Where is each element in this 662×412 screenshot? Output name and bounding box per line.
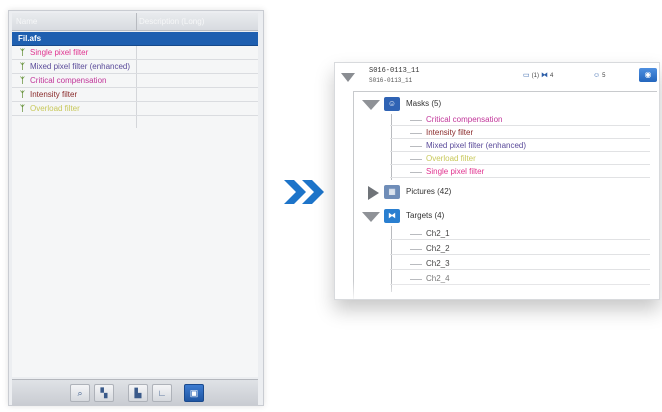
tree-leaf-target[interactable]: Ch2_3 <box>390 258 650 270</box>
filter-icon: ᛉ <box>20 48 25 57</box>
tree-leaf-target[interactable]: Ch2_2 <box>390 243 650 255</box>
chart-icon: ▙ <box>134 388 142 398</box>
list-item[interactable]: ᛉ Critical compensation <box>12 74 258 88</box>
masks-count-value: 5 <box>602 73 606 79</box>
tree-leaf-mask[interactable]: Overload filter <box>390 153 650 165</box>
column-header-name[interactable]: Name <box>16 17 136 29</box>
session-header: S016-0113_11 S016-0113_11 ▭ (1) ⧓ 4 ☺ 5 ◉ <box>335 63 659 91</box>
leaf-label: Critical compensation <box>426 115 503 124</box>
session-title: S016-0113_11 <box>369 67 420 75</box>
search-icon: ⌕ <box>77 388 83 398</box>
right-tree-panel: S016-0113_11 S016-0113_11 ▭ (1) ⧓ 4 ☺ 5 ◉ ☺… <box>334 62 660 300</box>
tree-leaf-mask[interactable]: Mixed pixel filter (enhanced) <box>390 140 650 152</box>
column-separator[interactable] <box>136 13 137 31</box>
targets-count-value: 4 <box>550 73 554 79</box>
session-subtitle: S016-0113_11 <box>369 77 413 84</box>
search-button[interactable]: ⌕ <box>70 384 90 402</box>
list-item[interactable]: ᛉ Intensity filter <box>12 88 258 102</box>
list-item[interactable]: ᛉ Single pixel filter <box>12 46 258 60</box>
list-item[interactable]: ᛉ Overload filter <box>12 102 258 116</box>
layers-icon: ▚ <box>100 388 108 398</box>
save-button[interactable]: ▣ <box>184 384 204 402</box>
tree-view: ☺ Masks (5) Critical compensation Intens… <box>353 91 657 299</box>
column-header-description[interactable]: Description (Long) <box>139 17 249 29</box>
tree-connector <box>410 133 422 134</box>
tree-connector <box>410 146 422 147</box>
list-item-label: Critical compensation <box>30 76 107 85</box>
filter-icon: ᛉ <box>20 62 25 71</box>
filter-icon: ᛉ <box>20 90 25 99</box>
tree-leaf-mask[interactable]: Intensity filter <box>390 127 650 139</box>
leaf-label: Single pixel filter <box>426 167 485 176</box>
filter-icon: ᛉ <box>20 76 25 85</box>
pictures-count-icon: ▭ <box>523 72 530 79</box>
tree-connector <box>410 264 422 265</box>
tree-leaf-target[interactable]: Ch2_1 <box>390 228 650 240</box>
list-item-label: Mixed pixel filter (enhanced) <box>30 62 131 71</box>
leaf-label: Ch2_3 <box>426 259 450 268</box>
tree-connector <box>410 172 422 173</box>
tree-connector <box>410 120 422 121</box>
collapse-triangle-icon[interactable] <box>341 73 355 82</box>
pictures-count-value: (1) <box>531 73 539 79</box>
leaf-label: Mixed pixel filter (enhanced) <box>426 141 527 150</box>
targets-count-icon: ⧓ <box>541 72 548 79</box>
pictures-icon: ▦ <box>384 185 400 199</box>
tree-connector <box>410 159 422 160</box>
masks-count-icon: ☺ <box>593 72 601 79</box>
node-label: Targets (4) <box>406 211 445 220</box>
tree-node-targets[interactable]: ⧓ Targets (4) <box>354 206 654 226</box>
mask-icon: ☺ <box>384 97 400 111</box>
expand-triangle-icon[interactable] <box>368 186 379 200</box>
leaf-label: Ch2_2 <box>426 244 450 253</box>
node-label: Masks (5) <box>406 99 442 108</box>
tree-connector <box>410 279 422 280</box>
expand-triangle-icon[interactable] <box>362 100 380 110</box>
list-item-root[interactable]: Fil.afs <box>12 32 258 46</box>
left-tree-panel: Name Description (Long) Fil.afs ᛉ Single… <box>8 10 264 406</box>
masks-count[interactable]: ☺ 5 <box>593 70 606 82</box>
tree-leaf-mask[interactable]: Single pixel filter <box>390 166 650 178</box>
filter-icon: ᛉ <box>20 104 25 113</box>
tree-connector <box>410 234 422 235</box>
axis-icon: ∟ <box>157 388 167 398</box>
column-header: Name Description (Long) <box>12 13 258 31</box>
bottom-toolbar: ⌕ ▚ ▙ ∟ ▣ <box>12 379 258 405</box>
save-icon: ▣ <box>189 388 199 398</box>
tree-leaf-mask[interactable]: Critical compensation <box>390 114 650 126</box>
tree-node-pictures[interactable]: ▦ Pictures (42) <box>354 182 654 202</box>
leaf-label: Intensity filter <box>426 128 474 137</box>
tree-connector <box>410 249 422 250</box>
leaf-label: Overload filter <box>426 154 476 163</box>
eye-icon: ◉ <box>644 70 652 79</box>
list-item-label: Single pixel filter <box>30 48 89 57</box>
pictures-count[interactable]: ▭ (1) <box>523 70 539 82</box>
axis-button[interactable]: ∟ <box>152 384 172 402</box>
list-item[interactable]: ᛉ Mixed pixel filter (enhanced) <box>12 60 258 74</box>
tree-node-masks[interactable]: ☺ Masks (5) <box>354 94 654 114</box>
view-button[interactable]: ◉ <box>639 68 657 82</box>
target-icon: ⧓ <box>384 209 400 223</box>
double-chevron-right-icon <box>284 180 324 204</box>
list-item-label: Fil.afs <box>18 34 42 43</box>
expand-triangle-icon[interactable] <box>362 212 380 222</box>
filter-list: Fil.afs ᛉ Single pixel filter ᛉ Mixed pi… <box>12 32 258 377</box>
leaf-label: Ch2_1 <box>426 229 450 238</box>
node-label: Pictures (42) <box>406 187 452 196</box>
targets-count[interactable]: ⧓ 4 <box>541 70 553 82</box>
list-item-label: Intensity filter <box>30 90 78 99</box>
chart-button[interactable]: ▙ <box>128 384 148 402</box>
layers-button[interactable]: ▚ <box>94 384 114 402</box>
list-item-label: Overload filter <box>30 104 80 113</box>
scroll-fade <box>335 281 659 299</box>
